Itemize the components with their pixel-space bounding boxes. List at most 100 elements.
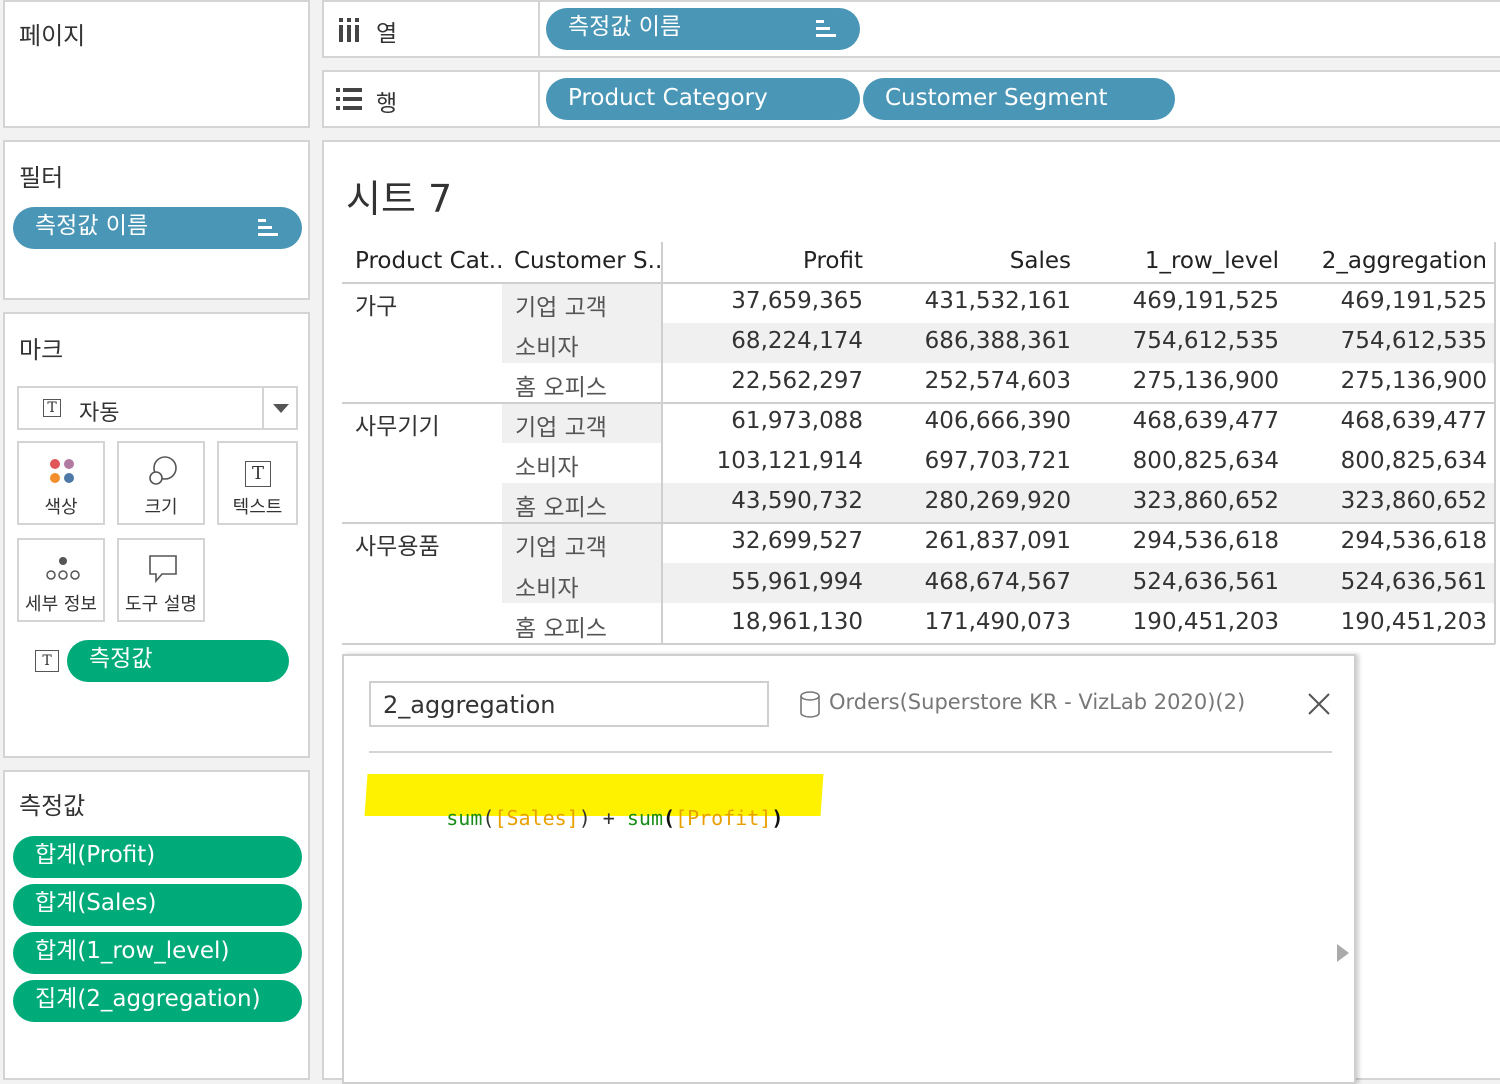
calc-name-input[interactable]: 2_aggregation <box>369 681 769 727</box>
row-level-cell: 800,825,634 <box>1132 448 1279 474</box>
measure-names-filter-pill[interactable]: 측정값 이름 <box>13 207 302 249</box>
columns-shelf-label: 열 <box>376 21 398 47</box>
formula-token: sum <box>446 806 483 830</box>
product-category-pill[interactable]: Product Category <box>546 78 860 120</box>
profit-cell: 32,699,527 <box>731 528 863 554</box>
size-circles-icon <box>149 456 177 485</box>
sum-profit-pill[interactable]: 합계(Profit) <box>13 836 302 878</box>
sales-cell: 171,490,073 <box>924 609 1071 635</box>
segment-cell: 기업 고객 <box>515 415 607 441</box>
aggregation-cell: 800,825,634 <box>1340 448 1487 474</box>
header-aggregation[interactable]: 2_aggregation <box>1287 248 1487 274</box>
aggregation-cell: 275,136,900 <box>1340 368 1487 394</box>
formula-editor[interactable]: sum([Sales]) + sum([Profit]) <box>362 774 1322 994</box>
header-row-level[interactable]: 1_row_level <box>1079 248 1279 274</box>
header-sales[interactable]: Sales <box>871 248 1071 274</box>
measure-values-panel: 측정값 합계(Profit) 합계(Sales) 합계(1_row_level)… <box>3 770 310 1080</box>
row-level-cell: 754,612,535 <box>1132 328 1279 354</box>
columns-icon <box>339 18 359 42</box>
pill-label: Customer Segment <box>885 85 1108 111</box>
segment-cell: 소비자 <box>515 455 579 481</box>
profit-cell: 68,224,174 <box>731 328 863 354</box>
formula-token: ) <box>771 806 784 830</box>
segment-cell: 홈 오피스 <box>515 375 607 401</box>
pill-label: 측정값 <box>89 646 153 672</box>
pill-label: 합계(Sales) <box>35 890 157 916</box>
pill-label: 집계(2_aggregation) <box>35 986 261 1012</box>
color-dots-icon <box>50 459 74 483</box>
detail-mark-button[interactable]: 세부 정보 <box>17 538 105 622</box>
segment-cell: 홈 오피스 <box>515 616 607 642</box>
formula-token: ( <box>482 806 495 830</box>
sales-cell: 468,674,567 <box>924 569 1071 595</box>
right-border <box>1494 242 1496 644</box>
aggregation-cell: 469,191,525 <box>1340 288 1487 314</box>
customer-segment-pill[interactable]: Customer Segment <box>863 78 1175 120</box>
detail-dots-icon <box>46 557 80 580</box>
columns-shelf-label-area: 열 <box>324 2 540 56</box>
pages-title: 페이지 <box>19 22 86 50</box>
sum-row-level-pill[interactable]: 합계(1_row_level) <box>13 932 302 974</box>
marks-panel: 마크 T 자동 색상 크기 T 텍스트 세부 정보 도구 설명 T 측정값 <box>3 312 310 758</box>
row-level-cell: 469,191,525 <box>1132 288 1279 314</box>
profit-cell: 103,121,914 <box>716 448 863 474</box>
formula-token: ( <box>663 806 676 830</box>
sales-cell: 252,574,603 <box>924 368 1071 394</box>
rows-shelf-label-area: 행 <box>324 72 540 126</box>
agg-aggregation-pill[interactable]: 집계(2_aggregation) <box>13 980 302 1022</box>
profit-cell: 61,973,088 <box>731 408 863 434</box>
measure-values-title: 측정값 <box>19 792 86 820</box>
editor-divider <box>369 751 1332 753</box>
text-mark-icon: T <box>43 399 61 417</box>
aggregation-cell: 323,860,652 <box>1340 488 1487 514</box>
profit-cell: 55,961,994 <box>731 569 863 595</box>
pages-panel: 페이지 <box>3 0 310 128</box>
bottom-divider <box>342 643 1495 645</box>
header-profit[interactable]: Profit <box>663 248 863 274</box>
calc-name-text: 2_aggregation <box>383 691 556 719</box>
measure-values-text-pill[interactable]: 측정값 <box>67 640 289 682</box>
detail-label: 세부 정보 <box>25 594 97 615</box>
calculation-editor: 2_aggregation Orders(Superstore KR - Viz… <box>342 654 1356 1084</box>
header-customer-segment[interactable]: Customer S.. <box>514 248 662 274</box>
group-divider <box>342 402 1495 404</box>
profit-cell: 37,659,365 <box>731 288 863 314</box>
tooltip-mark-button[interactable]: 도구 설명 <box>117 538 205 622</box>
header-divider <box>342 282 1495 284</box>
close-icon[interactable] <box>1307 692 1331 716</box>
measure-names-pill-columns[interactable]: 측정값 이름 <box>546 8 860 50</box>
chevron-down-icon <box>273 404 289 413</box>
formula-token: ) <box>578 806 591 830</box>
columns-shelf[interactable]: 열 측정값 이름 <box>322 0 1500 58</box>
segment-cell: 홈 오피스 <box>515 495 607 521</box>
sum-sales-pill[interactable]: 합계(Sales) <box>13 884 302 926</box>
sales-cell: 697,703,721 <box>924 448 1071 474</box>
pill-label: 측정값 이름 <box>568 14 682 40</box>
aggregation-cell: 190,451,203 <box>1340 609 1487 635</box>
text-mark-button[interactable]: T 텍스트 <box>217 441 298 525</box>
segment-cell: 소비자 <box>515 576 579 602</box>
mark-type-dropdown[interactable]: T 자동 <box>17 386 298 430</box>
pill-label: 측정값 이름 <box>35 213 149 239</box>
category-cell: 가구 <box>355 294 398 320</box>
header-product-category[interactable]: Product Cat.. <box>355 248 503 274</box>
row-level-cell: 190,451,203 <box>1132 609 1279 635</box>
expand-arrow-icon[interactable] <box>1337 944 1349 962</box>
group-divider <box>342 522 1495 524</box>
sales-cell: 406,666,390 <box>924 408 1071 434</box>
rows-shelf[interactable]: 행 Product Category Customer Segment <box>322 70 1500 128</box>
segment-cell: 소비자 <box>515 335 579 361</box>
segment-cell: 기업 고객 <box>515 295 607 321</box>
filters-panel: 필터 측정값 이름 <box>3 140 310 300</box>
category-cell: 사무용품 <box>355 534 440 560</box>
formula-token: [Profit] <box>675 806 772 830</box>
row-level-cell: 294,536,618 <box>1132 528 1279 554</box>
size-mark-button[interactable]: 크기 <box>117 441 205 525</box>
tooltip-label: 도구 설명 <box>125 594 197 615</box>
sheet-title: 시트 7 <box>346 177 453 221</box>
aggregation-cell: 754,612,535 <box>1340 328 1487 354</box>
profit-cell: 43,590,732 <box>731 488 863 514</box>
filters-title: 필터 <box>19 164 64 192</box>
text-label: 텍스트 <box>232 497 283 518</box>
color-mark-button[interactable]: 색상 <box>17 441 105 525</box>
